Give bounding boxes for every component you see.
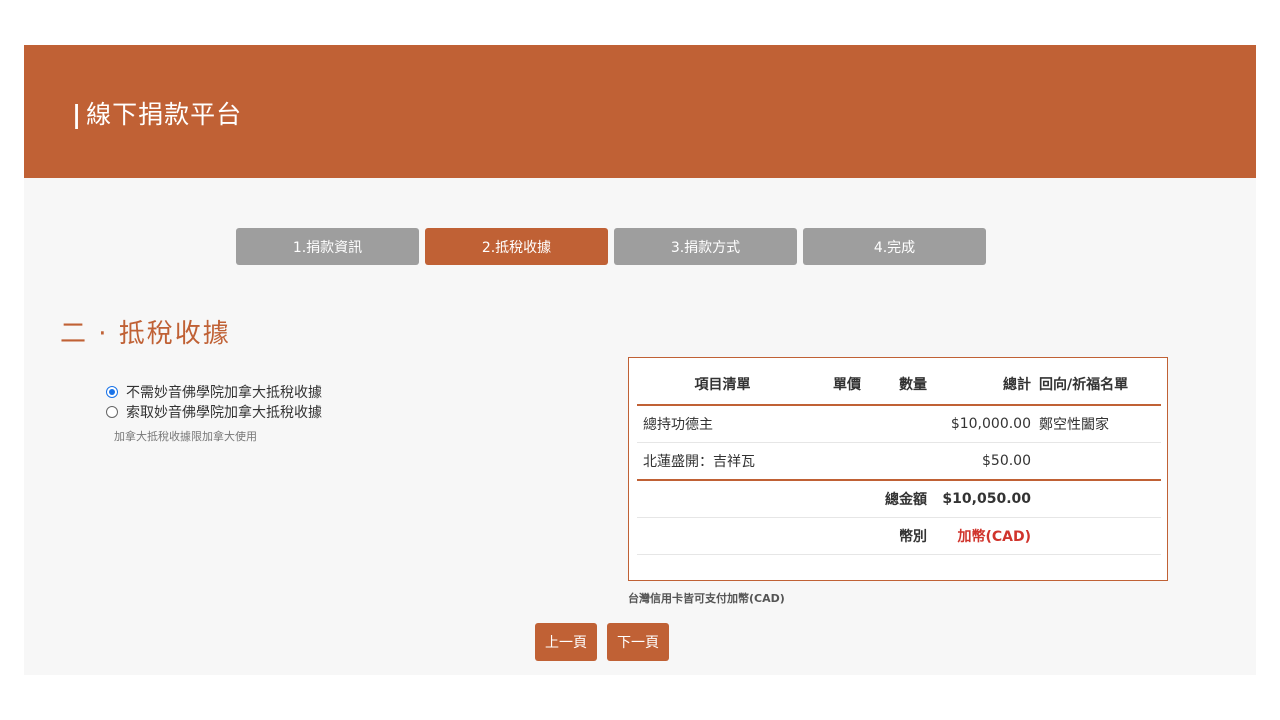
option-request-receipt-label: 索取妙音佛學院加拿大抵稅收據 bbox=[126, 405, 322, 421]
row-item: 總持功德主 bbox=[637, 405, 803, 443]
header-qty: 數量 bbox=[899, 377, 927, 393]
row-price bbox=[803, 442, 865, 481]
step-indicator: 1.捐款資訊 2.抵稅收據 3.捐款方式 4.完成 bbox=[236, 228, 986, 265]
row-dedication bbox=[1035, 442, 1161, 481]
prev-page-button[interactable]: 上一頁 bbox=[535, 623, 597, 661]
option-request-receipt[interactable]: 索取妙音佛學院加拿大抵稅收據 bbox=[106, 402, 322, 422]
page-header-title: | 線下捐款平台 bbox=[72, 95, 242, 131]
step-complete[interactable]: 4.完成 bbox=[803, 228, 986, 265]
option-no-receipt-label: 不需妙音佛學院加拿大抵稅收據 bbox=[126, 385, 322, 401]
next-page-button[interactable]: 下一頁 bbox=[607, 623, 669, 661]
receipt-note: 加拿大抵稅收據限加拿大使用 bbox=[114, 430, 257, 443]
step-payment-method[interactable]: 3.捐款方式 bbox=[614, 228, 797, 265]
header-dedication: 回向/祈福名單 bbox=[1039, 377, 1129, 393]
table-header-row: 項目清單 單價 數量 總計 回向/祈福名單 bbox=[637, 364, 1161, 405]
header-item: 項目清單 bbox=[694, 377, 751, 393]
currency-row: 幣別 加幣(CAD) bbox=[637, 517, 1161, 555]
row-total: $10,000.00 bbox=[931, 405, 1035, 443]
order-summary-box: 項目清單 單價 數量 總計 回向/祈福名單 總持功德主 $10,000.00 鄭… bbox=[628, 357, 1168, 581]
receipt-options: 不需妙音佛學院加拿大抵稅收據 索取妙音佛學院加拿大抵稅收據 加拿大抵稅收據限加拿… bbox=[106, 382, 322, 444]
step-tax-receipt[interactable]: 2.抵稅收據 bbox=[425, 228, 608, 265]
row-qty bbox=[865, 442, 931, 481]
header-bar: | bbox=[72, 100, 83, 129]
payment-note: 台灣信用卡皆可支付加幣(CAD) bbox=[628, 592, 785, 605]
radio-no-receipt[interactable] bbox=[106, 386, 118, 398]
table-row: 北蓮盛開：吉祥瓦 $50.00 bbox=[637, 442, 1161, 481]
header-banner: | 線下捐款平台 bbox=[24, 45, 1256, 178]
header-price: 單價 bbox=[833, 377, 861, 393]
header-total: 總計 bbox=[1003, 377, 1031, 393]
row-total: $50.00 bbox=[931, 442, 1035, 481]
total-label: 總金額 bbox=[637, 480, 931, 518]
page-container: | 線下捐款平台 1.捐款資訊 2.抵稅收據 3.捐款方式 4.完成 二 · 抵稅… bbox=[24, 45, 1256, 675]
currency-label: 幣別 bbox=[637, 517, 931, 555]
total-value: $10,050.00 bbox=[931, 480, 1035, 518]
option-no-receipt[interactable]: 不需妙音佛學院加拿大抵稅收據 bbox=[106, 382, 322, 402]
table-row: 總持功德主 $10,000.00 鄭空性闔家 bbox=[637, 405, 1161, 443]
order-summary-table: 項目清單 單價 數量 總計 回向/祈福名單 總持功德主 $10,000.00 鄭… bbox=[637, 364, 1161, 555]
row-qty bbox=[865, 405, 931, 443]
step-donation-info[interactable]: 1.捐款資訊 bbox=[236, 228, 419, 265]
section-title: 二 · 抵稅收據 bbox=[60, 319, 231, 349]
total-row: 總金額 $10,050.00 bbox=[637, 480, 1161, 518]
row-dedication: 鄭空性闔家 bbox=[1035, 405, 1161, 443]
row-price bbox=[803, 405, 865, 443]
header-title-text: 線下捐款平台 bbox=[86, 100, 243, 129]
currency-value: 加幣(CAD) bbox=[931, 517, 1035, 555]
row-item: 北蓮盛開：吉祥瓦 bbox=[637, 442, 803, 481]
radio-request-receipt[interactable] bbox=[106, 406, 118, 418]
nav-buttons: 上一頁 下一頁 bbox=[535, 623, 669, 661]
